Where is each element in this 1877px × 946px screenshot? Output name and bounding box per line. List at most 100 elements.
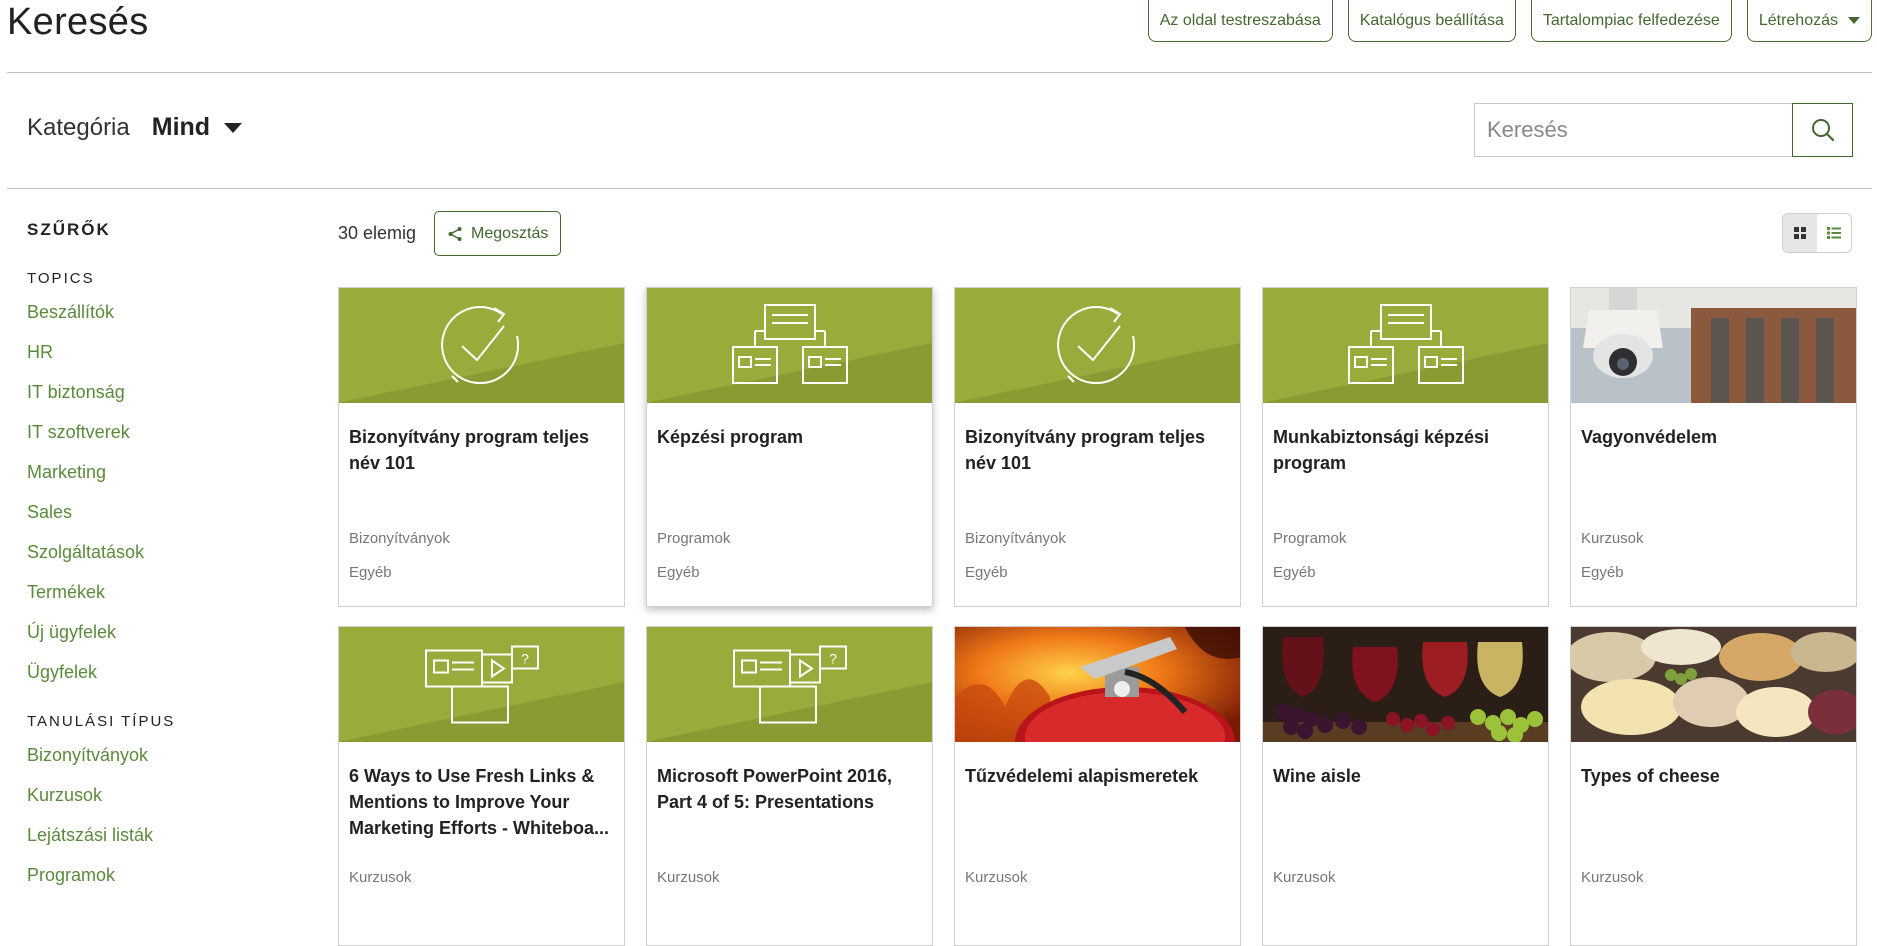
catalog-card[interactable]: Bizonyítvány program teljes név 101 Bizo… — [338, 287, 625, 607]
card-thumbnail — [1263, 288, 1548, 403]
catalog-card[interactable]: Types of cheese Kurzusok — [1570, 626, 1857, 946]
card-category: Egyéb — [1273, 564, 1316, 581]
category-selector[interactable]: Kategória Mind — [27, 113, 243, 142]
customize-page-label: Az oldal testreszabása — [1159, 11, 1321, 29]
card-category: Egyéb — [965, 564, 1008, 581]
search-icon — [1811, 119, 1834, 142]
filter-topic-item[interactable]: Új ügyfelek — [27, 617, 287, 657]
card-category: Egyéb — [349, 564, 392, 581]
catalog-card[interactable]: Wine aisle Kurzusok — [1262, 626, 1549, 946]
card-thumbnail: ? — [647, 627, 932, 742]
grid-icon — [1794, 227, 1806, 239]
filter-learning-type-item[interactable]: Lejátszási listák — [27, 820, 287, 860]
card-type: Bizonyítványok — [965, 530, 1066, 547]
filter-topic-item[interactable]: HR — [27, 337, 287, 377]
interactive-course-icon: ? — [732, 645, 847, 723]
search-button[interactable] — [1792, 103, 1853, 157]
results-count: 30 elemig — [338, 223, 417, 243]
card-thumbnail — [955, 627, 1240, 742]
filters-title: SZŰRŐK — [27, 220, 111, 239]
card-title: Microsoft PowerPoint 2016, Part 4 of 5: … — [657, 766, 893, 812]
certificate-cycle-icon — [440, 305, 519, 384]
catalog-card[interactable]: Képzési program Programok Egyéb — [646, 287, 933, 607]
divider — [7, 72, 1872, 73]
filter-learning-type-item[interactable]: Kurzusok — [27, 780, 287, 820]
filter-topic-item[interactable]: IT biztonság — [27, 377, 287, 417]
card-type: Programok — [1273, 530, 1347, 547]
page-title: Keresés — [7, 1, 149, 43]
explore-marketplace-button[interactable]: Tartalompiac felfedezése — [1530, 0, 1732, 42]
card-thumbnail — [647, 288, 932, 403]
card-title: Tűzvédelemi alapismeretek — [965, 766, 1199, 786]
fire-extinguisher-photo — [955, 627, 1240, 742]
top-actions: Az oldal testreszabása Katalógus beállít… — [1147, 0, 1872, 42]
filter-topic-item[interactable]: Ügyfelek — [27, 657, 287, 697]
view-toggle — [1782, 213, 1852, 253]
caret-down-icon — [1848, 17, 1860, 24]
category-label: Kategória — [27, 113, 130, 141]
filter-learning-type-item[interactable]: Programok — [27, 860, 287, 900]
customize-page-button[interactable]: Az oldal testreszabása — [1147, 0, 1333, 42]
card-type: Kurzusok — [1581, 530, 1644, 547]
filter-topic-item[interactable]: Sales — [27, 497, 287, 537]
catalog-card[interactable]: Munkabiztonsági képzési program Programo… — [1262, 287, 1549, 607]
svg-text:?: ? — [829, 650, 837, 666]
filter-group-title-learning-type: TANULÁSI TÍPUS — [27, 713, 176, 730]
card-title: Types of cheese — [1581, 766, 1720, 786]
certificate-cycle-icon — [1056, 305, 1135, 384]
card-type: Kurzusok — [1273, 869, 1336, 886]
svg-text:?: ? — [521, 650, 529, 666]
filter-group-title-topics: TOPICS — [27, 270, 95, 287]
share-label: Megosztás — [471, 224, 549, 242]
interactive-course-icon: ? — [424, 645, 539, 723]
search-bar — [1474, 103, 1853, 157]
card-type: Kurzusok — [965, 869, 1028, 886]
card-thumbnail — [339, 288, 624, 403]
card-thumbnail — [1263, 627, 1548, 742]
card-title: Vagyonvédelem — [1581, 427, 1718, 447]
create-label: Létrehozás — [1758, 11, 1838, 29]
filters-panel: SZŰRŐK TOPICS Beszállítók HR IT biztonsá… — [27, 220, 287, 900]
card-type: Bizonyítványok — [349, 530, 450, 547]
security-camera-photo — [1571, 288, 1856, 403]
program-structure-icon — [1347, 303, 1464, 384]
filter-topic-item[interactable]: Szolgáltatások — [27, 537, 287, 577]
create-dropdown-button[interactable]: Létrehozás — [1746, 0, 1872, 42]
divider — [7, 188, 1872, 189]
catalog-card[interactable]: Tűzvédelemi alapismeretek Kurzusok — [954, 626, 1241, 946]
explore-marketplace-label: Tartalompiac felfedezése — [1542, 11, 1720, 29]
catalog-card[interactable]: ? Microsoft PowerPoint 2016, Part 4 of 5… — [646, 626, 933, 946]
catalog-card[interactable]: ? 6 Ways to Use Fresh Links & Mentions t… — [338, 626, 625, 946]
card-type: Kurzusok — [349, 869, 412, 886]
filter-topic-item[interactable]: Marketing — [27, 457, 287, 497]
catalog-settings-label: Katalógus beállítása — [1359, 11, 1504, 29]
card-category: Egyéb — [1581, 564, 1624, 581]
caret-down-icon — [224, 122, 243, 133]
filter-topic-item[interactable]: Termékek — [27, 577, 287, 617]
results-grid: Bizonyítvány program teljes név 101 Bizo… — [338, 287, 1857, 946]
card-title: Bizonyítvány program teljes név 101 — [349, 427, 590, 473]
card-title: Bizonyítvány program teljes név 101 — [965, 427, 1206, 473]
card-title: 6 Ways to Use Fresh Links & Mentions to … — [349, 766, 610, 838]
filter-learning-type-item[interactable]: Bizonyítványok — [27, 740, 287, 780]
cheese-photo — [1571, 627, 1856, 742]
filter-topic-item[interactable]: Beszállítók — [27, 297, 287, 337]
wine-photo — [1263, 627, 1548, 742]
card-type: Kurzusok — [657, 869, 720, 886]
card-title: Munkabiztonsági képzési program — [1273, 427, 1490, 473]
card-thumbnail: ? — [339, 627, 624, 742]
card-thumbnail — [955, 288, 1240, 403]
filter-topic-item[interactable]: IT szoftverek — [27, 417, 287, 457]
catalog-card[interactable]: Bizonyítvány program teljes név 101 Bizo… — [954, 287, 1241, 607]
search-input[interactable] — [1474, 103, 1792, 157]
list-view-button[interactable] — [1817, 214, 1851, 252]
card-type: Kurzusok — [1581, 869, 1644, 886]
card-type: Programok — [657, 530, 731, 547]
catalog-card[interactable]: Vagyonvédelem Kurzusok Egyéb — [1570, 287, 1857, 607]
grid-view-button[interactable] — [1783, 214, 1817, 252]
catalog-settings-button[interactable]: Katalógus beállítása — [1347, 0, 1516, 42]
share-button[interactable]: Megosztás — [434, 211, 562, 256]
list-icon — [1827, 227, 1841, 239]
card-title: Képzési program — [657, 427, 804, 447]
card-category: Egyéb — [657, 564, 700, 581]
